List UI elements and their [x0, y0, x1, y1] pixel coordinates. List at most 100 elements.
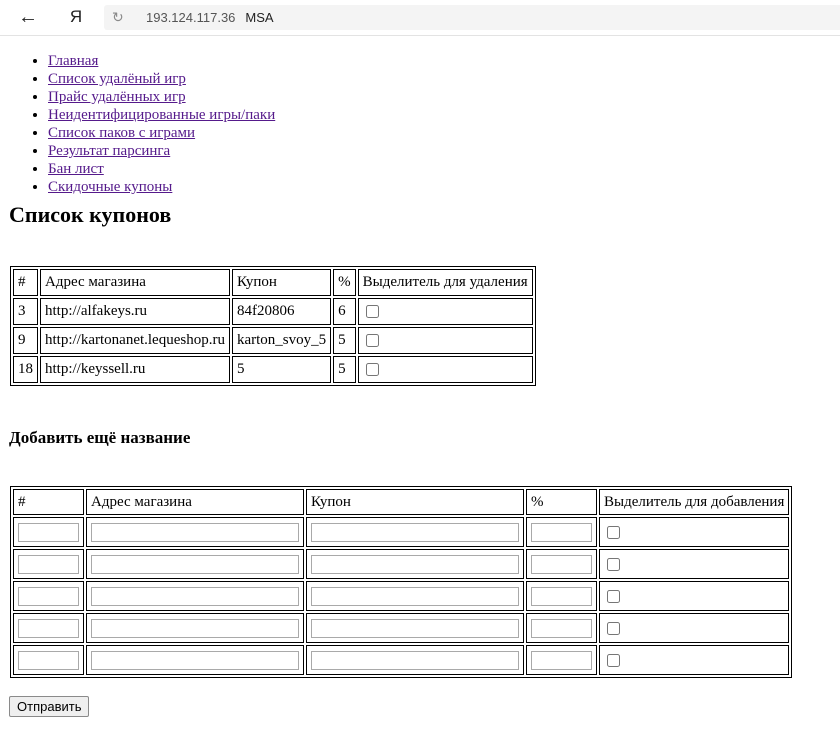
shop-input[interactable]: [91, 522, 299, 542]
cell-shop: [86, 517, 304, 547]
id-input[interactable]: [18, 650, 79, 670]
tab-title: MSA: [245, 10, 274, 25]
cell-coupon: [306, 581, 524, 611]
cell-percent: [526, 581, 597, 611]
coupon-input[interactable]: [311, 554, 519, 574]
add-checkbox[interactable]: [607, 525, 620, 539]
delete-checkbox[interactable]: [365, 305, 379, 319]
cell-add: [599, 581, 790, 611]
add-section-title: Добавить ещё название: [9, 428, 191, 447]
cell-coupon: 5: [231, 356, 332, 383]
page-title: Список купонов: [9, 202, 172, 227]
cell-id: [13, 581, 84, 611]
cell-id: [13, 645, 84, 675]
address-bar[interactable]: ↻ 193.124.117.36 MSA: [104, 5, 840, 30]
table-row: [13, 645, 790, 675]
nav-link-coupons[interactable]: Скидочные купоны: [48, 179, 172, 195]
cell-coupon: [306, 645, 524, 675]
cell-id: [13, 517, 84, 547]
cell-percent: 5: [333, 356, 356, 383]
cell-shop: http://keyssell.ru: [40, 356, 230, 383]
nav-item-home: Главная: [48, 52, 275, 70]
nav-link-parsing[interactable]: Результат парсинга: [48, 143, 170, 159]
coupon-input[interactable]: [311, 650, 519, 670]
coupons-table: # Адрес магазина Купон % Выделитель для …: [10, 266, 536, 386]
shop-input[interactable]: [91, 650, 299, 670]
col-shop-header: Адрес магазина: [40, 269, 230, 296]
cell-shop: [86, 549, 304, 579]
nav-item-coupons: Скидочные купоны: [48, 178, 275, 196]
nav-item-packs: Список паков с играми: [48, 124, 275, 142]
coupon-input[interactable]: [311, 618, 519, 638]
col-percent-header: %: [526, 489, 597, 515]
percent-input[interactable]: [531, 522, 592, 542]
yandex-logo-icon[interactable]: Я: [66, 6, 86, 28]
add-checkbox[interactable]: [607, 653, 620, 667]
back-arrow-icon[interactable]: ←: [16, 6, 40, 28]
cell-percent: [526, 613, 597, 643]
nav-link-removed-price[interactable]: Прайс удалённых игр: [48, 89, 186, 105]
shop-input[interactable]: [91, 554, 299, 574]
cell-id: [13, 549, 84, 579]
nav-item-removed-price: Прайс удалённых игр: [48, 88, 275, 106]
cell-id: [13, 613, 84, 643]
cell-add: [599, 613, 790, 643]
table-header-row: # Адрес магазина Купон % Выделитель для …: [13, 489, 790, 515]
cell-add: [599, 549, 790, 579]
reload-icon[interactable]: ↻: [112, 7, 124, 27]
cell-percent: [526, 645, 597, 675]
cell-coupon: [306, 549, 524, 579]
table-row: [13, 581, 790, 611]
id-input[interactable]: [18, 554, 79, 574]
delete-checkbox[interactable]: [365, 334, 379, 348]
cell-id: 9: [13, 327, 38, 354]
col-add-header: Выделитель для добавления: [599, 489, 790, 515]
table-row: 18 http://keyssell.ru 5 5: [13, 356, 533, 383]
percent-input[interactable]: [531, 650, 592, 670]
coupon-input[interactable]: [311, 522, 519, 542]
cell-shop: http://alfakeys.ru: [40, 298, 230, 325]
nav-link-removed-games[interactable]: Список удалёный игр: [48, 71, 186, 87]
id-input[interactable]: [18, 586, 79, 606]
nav-item-unidentified: Неидентифицированные игры/паки: [48, 106, 275, 124]
col-delete-header: Выделитель для удаления: [357, 269, 533, 296]
col-shop-header: Адрес магазина: [86, 489, 304, 515]
nav-link-ban-list[interactable]: Бан лист: [48, 161, 104, 177]
id-input[interactable]: [18, 522, 79, 542]
add-checkbox[interactable]: [607, 621, 620, 635]
nav-link-home[interactable]: Главная: [48, 53, 98, 69]
cell-id: 18: [13, 356, 38, 383]
submit-button[interactable]: Отправить: [9, 696, 90, 717]
table-row: 9 http://kartonanet.lequeshop.ru karton_…: [13, 327, 533, 354]
nav-item-removed-games: Список удалёный игр: [48, 70, 275, 88]
cell-add: [599, 517, 790, 547]
cell-percent: 6: [333, 298, 356, 325]
table-header-row: # Адрес магазина Купон % Выделитель для …: [13, 269, 533, 296]
cell-coupon: 84f20806: [231, 298, 332, 325]
cell-delete: [357, 356, 533, 383]
percent-input[interactable]: [531, 586, 592, 606]
percent-input[interactable]: [531, 618, 592, 638]
shop-input[interactable]: [91, 618, 299, 638]
coupon-input[interactable]: [311, 586, 519, 606]
table-row: [13, 517, 790, 547]
cell-shop: [86, 581, 304, 611]
cell-shop: [86, 613, 304, 643]
nav-link-unidentified[interactable]: Неидентифицированные игры/паки: [48, 107, 275, 123]
col-percent-header: %: [333, 269, 356, 296]
col-coupon-header: Купон: [306, 489, 524, 515]
browser-toolbar: ← Я ↻ 193.124.117.36 MSA: [0, 0, 840, 36]
id-input[interactable]: [18, 618, 79, 638]
shop-input[interactable]: [91, 586, 299, 606]
cell-delete: [357, 298, 533, 325]
cell-percent: [526, 517, 597, 547]
delete-checkbox[interactable]: [365, 363, 379, 377]
col-id-header: #: [13, 269, 38, 296]
percent-input[interactable]: [531, 554, 592, 574]
col-id-header: #: [13, 489, 84, 515]
url-host: 193.124.117.36: [146, 10, 236, 25]
add-checkbox[interactable]: [607, 557, 620, 571]
nav-link-packs[interactable]: Список паков с играми: [48, 125, 195, 141]
cell-delete: [357, 327, 533, 354]
add-checkbox[interactable]: [607, 589, 620, 603]
